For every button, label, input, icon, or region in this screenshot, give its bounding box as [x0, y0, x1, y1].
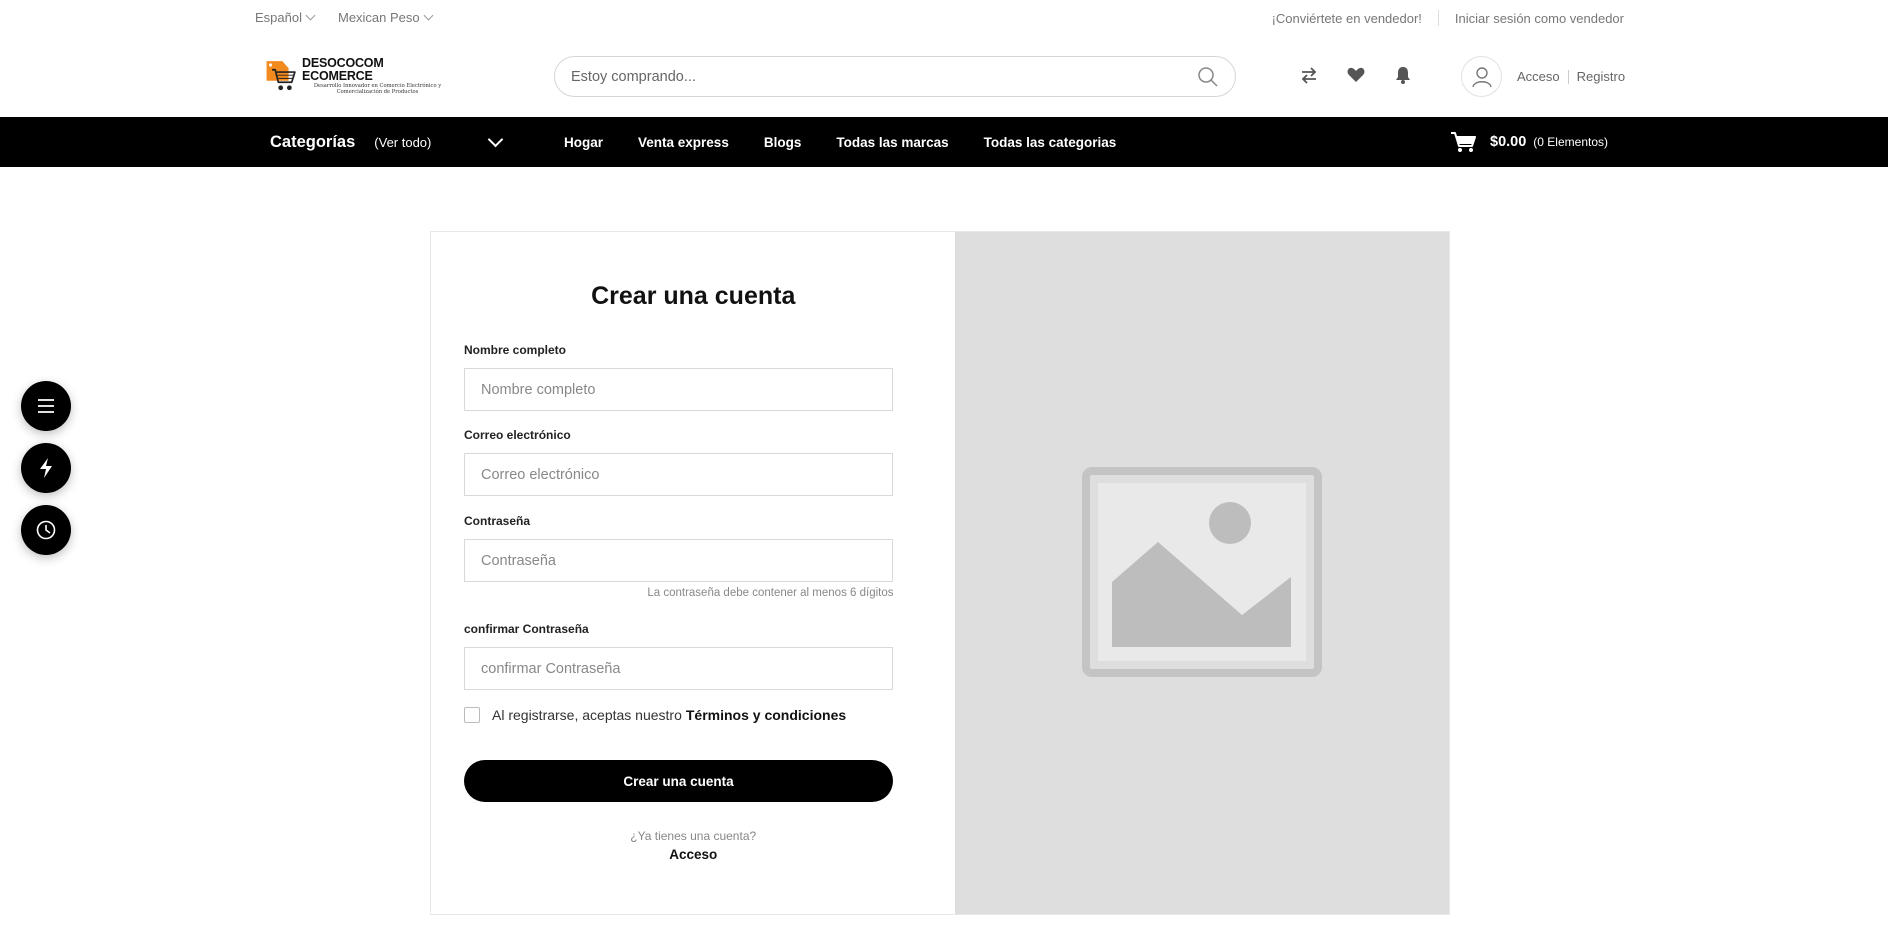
language-label: Español	[255, 10, 302, 25]
nav-item-brands[interactable]: Todas las marcas	[836, 135, 948, 150]
logo-subtitle: Desarrollo Innovador en Comercio Electró…	[313, 83, 442, 95]
email-label: Correo electrónico	[464, 428, 571, 442]
menu-float-button[interactable]	[21, 381, 71, 431]
heart-icon[interactable]	[1345, 64, 1367, 86]
chevron-down-icon	[305, 10, 316, 21]
image-placeholder-icon	[1082, 467, 1323, 677]
view-all-label: (Ver todo)	[374, 134, 432, 150]
categories-dropdown[interactable]: Categorías (Ver todo)	[270, 117, 504, 167]
terms-row: Al registrarse, aceptas nuestro Términos…	[464, 707, 846, 723]
chevron-down-icon	[487, 131, 504, 148]
search-input[interactable]	[571, 68, 1197, 85]
login-link-bottom[interactable]: Acceso	[431, 847, 955, 862]
flash-float-button[interactable]	[21, 443, 71, 493]
lightning-icon	[40, 458, 52, 478]
confirm-password-field[interactable]	[464, 647, 893, 690]
form-title: Crear una cuenta	[591, 282, 796, 310]
cart-logo-icon	[266, 61, 296, 91]
seller-login-link[interactable]: Iniciar sesión como vendedor	[1455, 11, 1624, 26]
register-form: Crear una cuenta Nombre completo Correo …	[431, 232, 955, 914]
language-selector[interactable]: Español	[255, 10, 316, 25]
create-account-button[interactable]: Crear una cuenta	[464, 760, 893, 802]
full-name-label: Nombre completo	[464, 343, 567, 357]
nav-item-home[interactable]: Hogar	[564, 135, 603, 150]
nav-menu: Hogar Venta express Blogs Todas las marc…	[564, 117, 1116, 167]
history-float-button[interactable]	[21, 505, 71, 555]
cart-icon	[1451, 132, 1476, 152]
divider	[1437, 10, 1439, 26]
full-name-field[interactable]	[464, 368, 893, 411]
password-label: Contraseña	[464, 514, 531, 528]
logo[interactable]: DESOCOCOM ECOMERCE Desarrollo Innovador …	[265, 54, 445, 98]
nav-item-blogs[interactable]: Blogs	[764, 135, 802, 150]
search-bar	[554, 56, 1236, 97]
nav-item-flash-sale[interactable]: Venta express	[638, 135, 729, 150]
top-left-selectors: Español Mexican Peso	[255, 10, 434, 25]
logo-title: DESOCOCOM ECOMERCE	[302, 56, 384, 83]
cart-total: $0.00	[1490, 134, 1527, 150]
become-seller-link[interactable]: ¡Conviértete en vendedor!	[1272, 11, 1422, 26]
compare-icon[interactable]	[1298, 64, 1320, 86]
main-nav: Categorías (Ver todo) Hogar Venta expres…	[0, 117, 1888, 167]
header-icons	[1298, 64, 1414, 86]
clock-icon	[36, 520, 56, 540]
currency-selector[interactable]: Mexican Peso	[337, 10, 434, 25]
email-field[interactable]	[464, 453, 893, 496]
chevron-down-icon	[423, 10, 434, 21]
currency-label: Mexican Peso	[337, 10, 420, 25]
top-right-links: ¡Conviértete en vendedor! Iniciar sesión…	[1272, 10, 1624, 26]
terms-checkbox[interactable]	[464, 707, 480, 723]
user-icon[interactable]	[1461, 56, 1502, 97]
password-hint: La contraseña debe contener al menos 6 d…	[647, 587, 894, 599]
divider	[1567, 69, 1569, 84]
cart-button[interactable]: $0.00 (0 Elementos)	[1450, 117, 1608, 167]
terms-text: Al registrarse, aceptas nuestro	[492, 707, 682, 723]
have-account-text: ¿Ya tienes una cuenta?	[630, 829, 757, 843]
confirm-password-label: confirmar Contraseña	[464, 622, 589, 636]
logo-text: DESOCOCOM ECOMERCE Desarrollo Innovador …	[302, 57, 445, 94]
register-card: Crear una cuenta Nombre completo Correo …	[430, 231, 1450, 915]
account-area: Acceso Registro	[1461, 56, 1625, 97]
search-icon[interactable]	[1197, 66, 1219, 88]
register-link[interactable]: Registro	[1577, 69, 1625, 84]
cart-item-count: (0 Elementos)	[1533, 135, 1608, 149]
header: DESOCOCOM ECOMERCE Desarrollo Innovador …	[0, 34, 1888, 117]
bell-icon[interactable]	[1392, 64, 1414, 86]
hamburger-icon	[38, 399, 54, 413]
terms-link[interactable]: Términos y condiciones	[686, 707, 846, 723]
top-bar: Español Mexican Peso ¡Conviértete en ven…	[0, 0, 1888, 34]
login-link[interactable]: Acceso	[1517, 69, 1560, 84]
nav-item-categories[interactable]: Todas las categorias	[984, 135, 1117, 150]
image-panel	[955, 232, 1449, 914]
password-field[interactable]	[464, 539, 893, 582]
categories-label: Categorías	[270, 132, 356, 151]
